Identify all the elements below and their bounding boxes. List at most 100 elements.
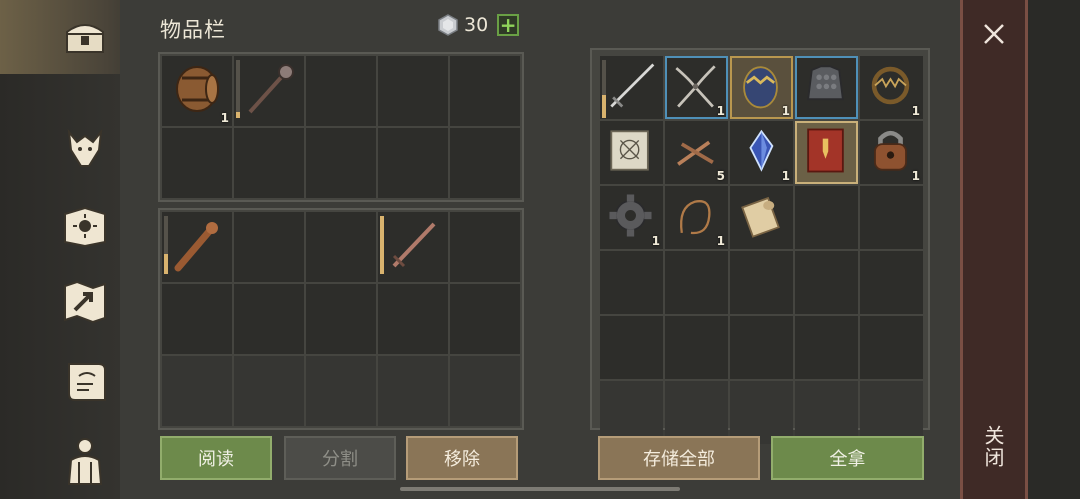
- remove-button[interactable]: 移除: [406, 436, 518, 480]
- empty-slot[interactable]: [665, 316, 728, 379]
- gem-icon: [438, 14, 458, 36]
- empty-slot[interactable]: [306, 212, 376, 282]
- empty-slot[interactable]: [306, 284, 376, 354]
- map-icon: [64, 280, 106, 324]
- equipment-grid: 1: [162, 56, 520, 198]
- wolf-tab[interactable]: [55, 118, 115, 178]
- padlock-icon: [874, 130, 907, 171]
- empty-slot[interactable]: [795, 251, 858, 314]
- blueprint-icon: [610, 130, 649, 171]
- empty-slot[interactable]: [234, 284, 304, 354]
- empty-slot[interactable]: [450, 356, 520, 426]
- empty-slot[interactable]: [795, 381, 858, 444]
- barrel-icon: [176, 66, 219, 112]
- empty-slot[interactable]: [234, 356, 304, 426]
- empty-slot[interactable]: [600, 316, 663, 379]
- inventory-slot-scroll[interactable]: [730, 186, 793, 249]
- empty-slot[interactable]: [665, 381, 728, 444]
- empty-slot[interactable]: [162, 356, 232, 426]
- empty-slot[interactable]: [600, 381, 663, 444]
- empty-slot[interactable]: [378, 356, 448, 426]
- empty-slot[interactable]: [306, 128, 376, 198]
- close-icon[interactable]: [980, 20, 1008, 48]
- empty-slot[interactable]: [162, 284, 232, 354]
- scroll-quill-icon: [68, 363, 106, 401]
- empty-slot[interactable]: [860, 186, 923, 249]
- store-all-button[interactable]: 存储全部: [598, 436, 760, 480]
- empty-slot[interactable]: [306, 356, 376, 426]
- equipment-panel: 1: [158, 52, 524, 202]
- sword-icon: [392, 222, 436, 268]
- inventory-slot-gear[interactable]: 1: [600, 186, 663, 249]
- take-all-button[interactable]: 全拿: [771, 436, 924, 480]
- inventory-slot-club[interactable]: [162, 212, 232, 282]
- split-button[interactable]: 分割: [284, 436, 396, 480]
- inventory-slot-mace[interactable]: [234, 56, 304, 126]
- character-icon: [67, 438, 103, 485]
- map-tab[interactable]: [55, 272, 115, 332]
- inventory-panel: 1 1 1 5 1 1 1 1: [590, 48, 930, 444]
- item-quantity: 1: [220, 111, 229, 125]
- inventory-slot-book[interactable]: [795, 121, 858, 184]
- close-label[interactable]: 关闭: [981, 425, 1008, 469]
- longsword-icon: [610, 63, 655, 108]
- egg-icon: [743, 66, 778, 109]
- inventory-slot-longsword[interactable]: [600, 56, 663, 119]
- inventory-slot-blueprint[interactable]: [600, 121, 663, 184]
- inventory-slot-padlock[interactable]: 1: [860, 121, 923, 184]
- empty-slot[interactable]: [306, 56, 376, 126]
- empty-slot[interactable]: [450, 284, 520, 354]
- empty-slot[interactable]: [378, 284, 448, 354]
- empty-slot[interactable]: [665, 251, 728, 314]
- inventory-slot-barrel[interactable]: 1: [162, 56, 232, 126]
- empty-slot[interactable]: [795, 316, 858, 379]
- empty-slot[interactable]: [860, 381, 923, 444]
- empty-slot[interactable]: [450, 128, 520, 198]
- character-tab[interactable]: [55, 430, 115, 490]
- inventory-slot-egg[interactable]: 1: [730, 56, 793, 119]
- skills-tab[interactable]: [55, 196, 115, 256]
- empty-slot[interactable]: [730, 251, 793, 314]
- empty-slot[interactable]: [378, 128, 448, 198]
- empty-slot[interactable]: [730, 381, 793, 444]
- empty-slot[interactable]: [600, 251, 663, 314]
- quest-tab[interactable]: [55, 352, 115, 412]
- empty-slot[interactable]: [378, 56, 448, 126]
- empty-slot[interactable]: [450, 212, 520, 282]
- empty-slot[interactable]: [795, 186, 858, 249]
- item-quantity: 1: [716, 234, 725, 248]
- item-quantity: 5: [716, 169, 725, 183]
- chest-tab[interactable]: [55, 8, 115, 68]
- inventory-slot-pliers[interactable]: 1: [665, 56, 728, 119]
- sun-book-icon: [64, 206, 106, 248]
- empty-slot[interactable]: [730, 316, 793, 379]
- inventory-slot-beartrap[interactable]: 1: [860, 56, 923, 119]
- empty-slot[interactable]: [234, 212, 304, 282]
- chainmail-icon: [807, 65, 844, 101]
- book-icon: [807, 128, 844, 173]
- navigation-rail: [0, 0, 152, 499]
- add-currency-button[interactable]: +: [497, 14, 520, 36]
- item-quantity: 1: [716, 104, 725, 118]
- crystal-icon: [749, 129, 774, 172]
- inventory-slot-crystal[interactable]: 1: [730, 121, 793, 184]
- item-quantity: 1: [781, 169, 790, 183]
- currency-display: 30 +: [437, 14, 520, 36]
- inventory-slot-chainmail[interactable]: [795, 56, 858, 119]
- inventory-slot-sword[interactable]: [378, 212, 448, 282]
- empty-slot[interactable]: [860, 251, 923, 314]
- empty-slot[interactable]: [234, 128, 304, 198]
- item-quantity: 1: [651, 234, 660, 248]
- scroll-icon: [741, 196, 780, 238]
- empty-slot[interactable]: [450, 56, 520, 126]
- right-edge: [1028, 0, 1080, 499]
- inventory-slot-rope[interactable]: 1: [665, 186, 728, 249]
- empty-slot[interactable]: [162, 128, 232, 198]
- storage-panel: [158, 208, 524, 430]
- scroll-indicator: [400, 487, 680, 491]
- inventory-slot-nails[interactable]: 5: [665, 121, 728, 184]
- club-icon: [174, 222, 218, 272]
- empty-slot[interactable]: [860, 316, 923, 379]
- beartrap-icon: [871, 66, 910, 105]
- read-button[interactable]: 阅读: [160, 436, 272, 480]
